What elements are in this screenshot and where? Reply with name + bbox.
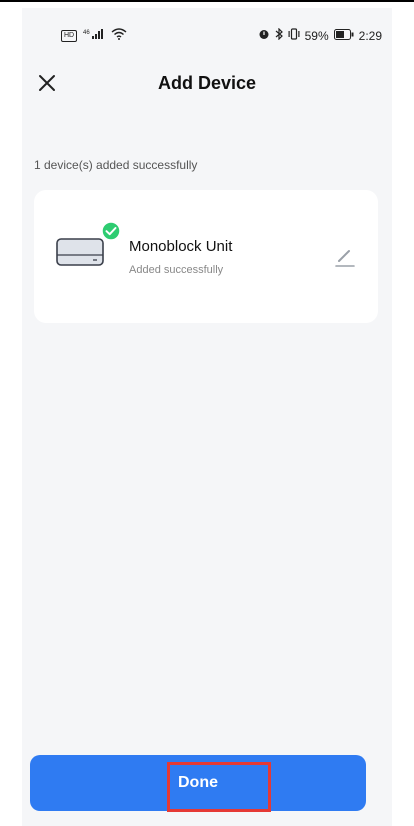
added-summary: 1 device(s) added successfully [34,158,198,172]
hd-icon: HD [61,29,77,42]
device-status: Added successfully [129,264,224,276]
clock-time: 2:29 [358,28,382,43]
device-card[interactable]: Monoblock Unit Added successfully [34,190,378,323]
close-icon[interactable] [34,70,60,96]
alarm-icon [258,28,270,43]
vibrate-icon [288,28,300,43]
pencil-icon[interactable] [334,245,356,269]
battery-percent: 59% [304,28,329,43]
svg-text:46: 46 [83,30,90,36]
wifi-icon [111,28,127,43]
device-name: Monoblock Unit [129,238,233,255]
status-bar: HD 46 59% 2:29 [22,8,392,52]
app-screen: HD 46 59% 2:29 Add Device 1 device(s) ad… [22,8,392,826]
battery-icon [333,28,354,43]
signal-icon: 46 [83,28,105,43]
check-circle-icon [101,221,121,241]
bluetooth-icon [275,27,283,43]
top-divider [0,0,414,2]
page-title: Add Device [157,73,257,93]
status-left-group: HD 46 [61,28,127,43]
done-button[interactable]: Done [30,755,366,811]
status-right-group: 59% 2:29 [258,27,382,43]
header-bar: Add Device [22,64,392,104]
